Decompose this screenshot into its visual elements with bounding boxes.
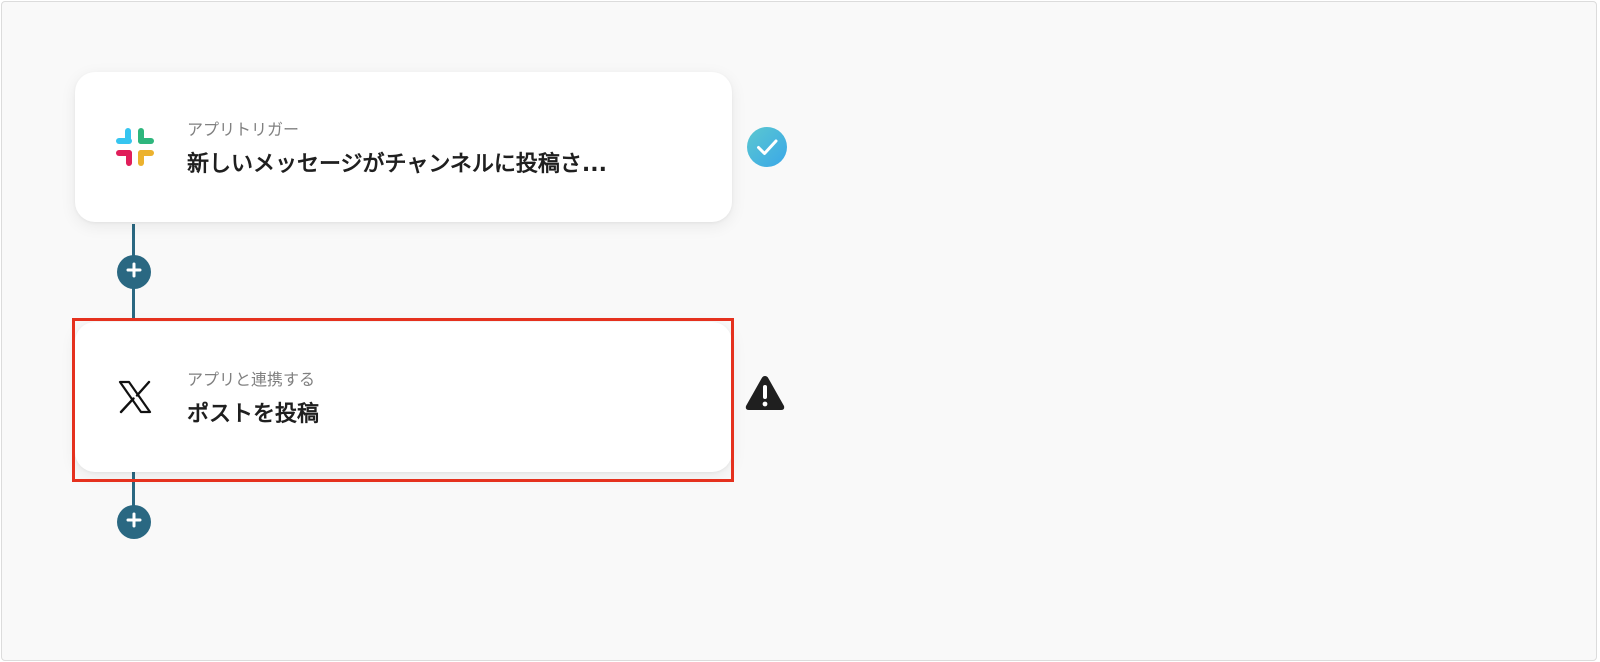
plus-icon bbox=[126, 262, 142, 282]
add-step-button[interactable] bbox=[117, 505, 151, 539]
plus-icon bbox=[126, 512, 142, 532]
slack-icon bbox=[113, 125, 157, 169]
step-card-action[interactable]: アプリと連携する ポストを投稿 bbox=[75, 322, 732, 472]
check-icon bbox=[746, 126, 788, 172]
step-type-label: アプリと連携する bbox=[187, 370, 316, 389]
workflow-canvas: アプリトリガー 新しいメッセージがチャンネルに投稿さ... アプリと連携する ポ… bbox=[1, 1, 1597, 661]
step-title: ポストを投稿 bbox=[187, 402, 320, 427]
x-logo-icon bbox=[113, 375, 157, 419]
warning-icon bbox=[744, 374, 786, 416]
step-card-trigger[interactable]: アプリトリガー 新しいメッセージがチャンネルに投稿さ... bbox=[75, 72, 732, 222]
step-title: 新しいメッセージがチャンネルに投稿さ... bbox=[187, 152, 607, 177]
add-step-button[interactable] bbox=[117, 255, 151, 289]
step-type-label: アプリトリガー bbox=[187, 120, 300, 139]
